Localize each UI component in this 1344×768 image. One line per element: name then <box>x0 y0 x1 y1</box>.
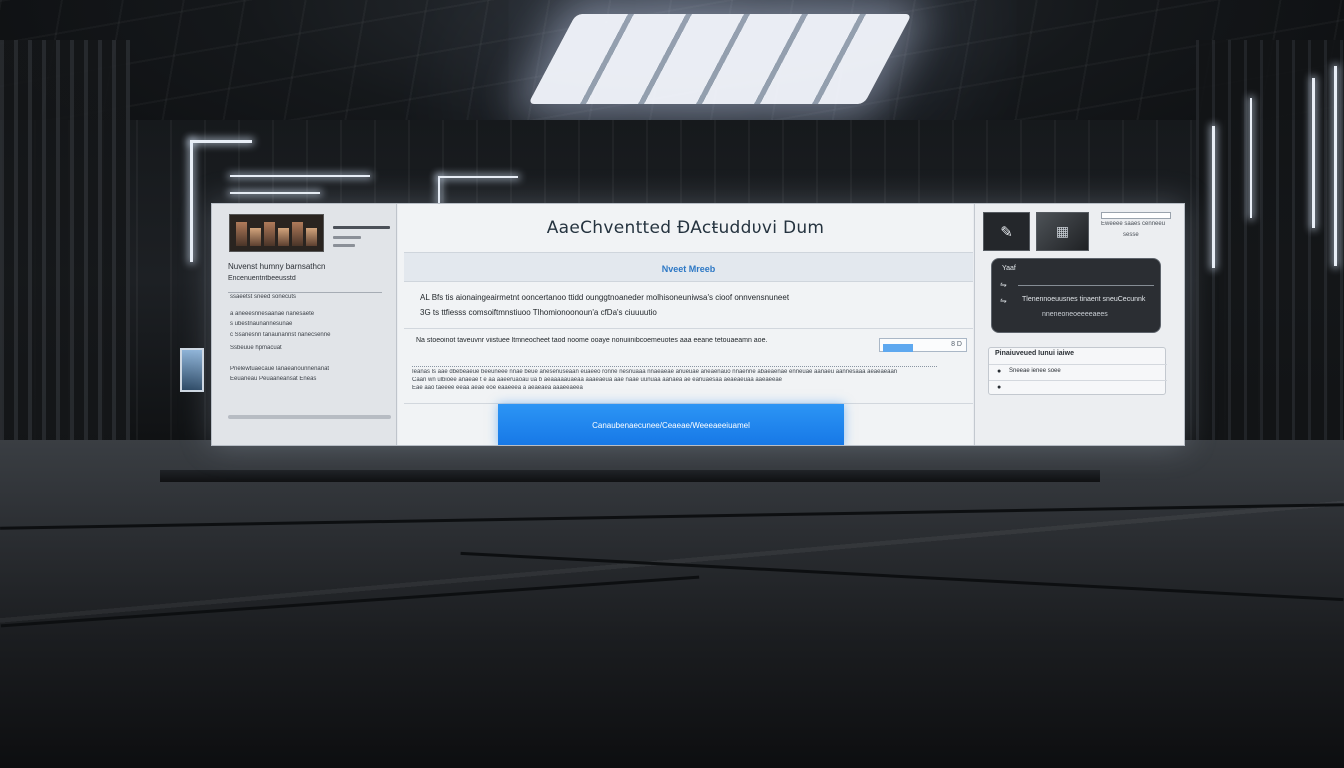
bullet-icon: ● <box>997 384 1002 391</box>
panel-meta: sesse <box>1123 232 1139 238</box>
primary-action-button[interactable]: Canaubenaecunee/Ceaeae/Weeeaeeiuamel <box>498 404 844 445</box>
sidebar-item[interactable]: c Ssanesnn tanaunannst nanecsenne <box>230 332 390 338</box>
body-text: AL Bfs tis aionaingeairmetnt ooncertanoo… <box>420 293 790 302</box>
list-item-label: Sneeae ienee soee <box>1009 368 1061 374</box>
thumbnail-image[interactable] <box>229 214 324 252</box>
sidebar-subtitle: Encenuentntbeeusstd <box>228 275 296 282</box>
dotted-divider <box>412 366 937 367</box>
sidebar: Nuvenst humny barnsathcn Encenuentntbeeu… <box>212 204 397 445</box>
settings-card: Yaaf ⇋ ⇋ Tlenennoeuusnes tinaent sneuCec… <box>991 258 1161 333</box>
inline-input[interactable]: 8 D <box>879 338 967 352</box>
edit-icon[interactable]: ✎ <box>983 212 1030 251</box>
list-panel: Pinaiuveued Iunui iaiwe ● Sneeae ienee s… <box>988 347 1167 395</box>
slider-row[interactable]: ⇋ <box>1000 280 1156 292</box>
card-label: Yaaf <box>1002 265 1016 272</box>
placeholder-line <box>333 244 355 247</box>
body-text: 3G ts ttfiesss comsoiftmnstiuoo Tlhomion… <box>420 308 657 317</box>
floor <box>0 440 1344 768</box>
input-value: 8 D <box>951 341 962 348</box>
sidebar-item[interactable]: a aneeesnnesaanae nanesaete <box>230 311 390 317</box>
search-input[interactable] <box>1101 212 1171 219</box>
sidebar-item[interactable]: Pnelewtuaecaue lanaeanounnenanat <box>230 366 390 372</box>
paragraph-line: Ieanas ls aae dbebeaeue beeuneee nnae be… <box>412 369 898 375</box>
neon-strip <box>438 176 440 204</box>
stage-base <box>160 470 1100 482</box>
sidebar-item[interactable]: ssaeetst sneed sonecuts <box>230 294 390 300</box>
field-label: Na stoeoinot taveuvnr viistuee ltmneoche… <box>416 337 768 344</box>
arrows-icon: ⇋ <box>1000 296 1007 305</box>
bullet-icon: ● <box>997 368 1002 375</box>
display-screen: Nuvenst humny barnsathcn Encenuentntbeeu… <box>211 203 1185 446</box>
page-title: AaeChventted ĐAcŧuddυvi Dum <box>546 218 825 238</box>
card-footer-text: nneneoneoeeeeaees <box>1042 311 1108 318</box>
divider <box>404 328 973 329</box>
neon-strip <box>230 192 320 194</box>
slider-label: Tlenennoeuusnes tinaent sneuCecunnk <box>1022 296 1146 303</box>
wall-display <box>180 348 204 392</box>
placeholder-line <box>333 236 361 239</box>
input-selection <box>883 344 913 352</box>
right-panel: ✎ ▦ Eweeee saaes cenneeu sesse Yaaf ⇋ ⇋ … <box>974 204 1184 445</box>
neon-strip <box>230 175 370 177</box>
sidebar-item[interactable]: s ubestnaunannesunae <box>230 321 390 327</box>
paragraph-line: Eae aao taeeee eeaa aeae eoe eaaeeea a a… <box>412 385 583 391</box>
neon-strip <box>1250 98 1252 218</box>
slider-track[interactable] <box>1018 285 1154 286</box>
slider-row[interactable]: ⇋ Tlenennoeuusnes tinaent sneuCecunnk <box>1000 296 1156 308</box>
neon-strip <box>438 176 518 178</box>
section-subtitle[interactable]: Nveet Mreeb <box>404 264 973 274</box>
neon-strip <box>1212 126 1215 268</box>
subtitle-bar: Nveet Mreeb <box>404 252 973 282</box>
paragraph-line: Caan wn ulbioee anaeae t e aa aaeeruaoau… <box>412 377 783 383</box>
neon-strip <box>1334 66 1337 266</box>
placeholder-line <box>333 226 390 229</box>
sidebar-scrollbar[interactable] <box>228 415 391 419</box>
neon-strip <box>190 140 252 143</box>
arrows-icon: ⇋ <box>1000 280 1007 289</box>
left-wall-panel <box>0 40 130 440</box>
sidebar-title: Nuvenst humny barnsathcn <box>228 262 326 271</box>
neon-strip <box>190 140 193 262</box>
divider <box>228 292 382 293</box>
list-title: Pinaiuveued Iunui iaiwe <box>995 350 1074 357</box>
image-icon[interactable]: ▦ <box>1036 212 1089 251</box>
panel-label: Eweeee saaes cenneeu <box>1101 221 1166 227</box>
sidebar-item[interactable]: Ssbeuue hpmacuat <box>230 345 390 351</box>
ceiling-light <box>528 14 912 104</box>
right-wall-panel <box>1196 40 1344 440</box>
main-panel: AaeChventted ĐAcŧuddυvi Dum Nveet Mreeb … <box>398 204 973 445</box>
neon-strip <box>1312 78 1315 228</box>
sidebar-item[interactable]: Eeuaneau Peuaaneansat Eneas <box>230 376 390 382</box>
list-item[interactable]: ● <box>989 380 1167 395</box>
list-item[interactable]: ● Sneeae ienee soee <box>989 364 1167 379</box>
